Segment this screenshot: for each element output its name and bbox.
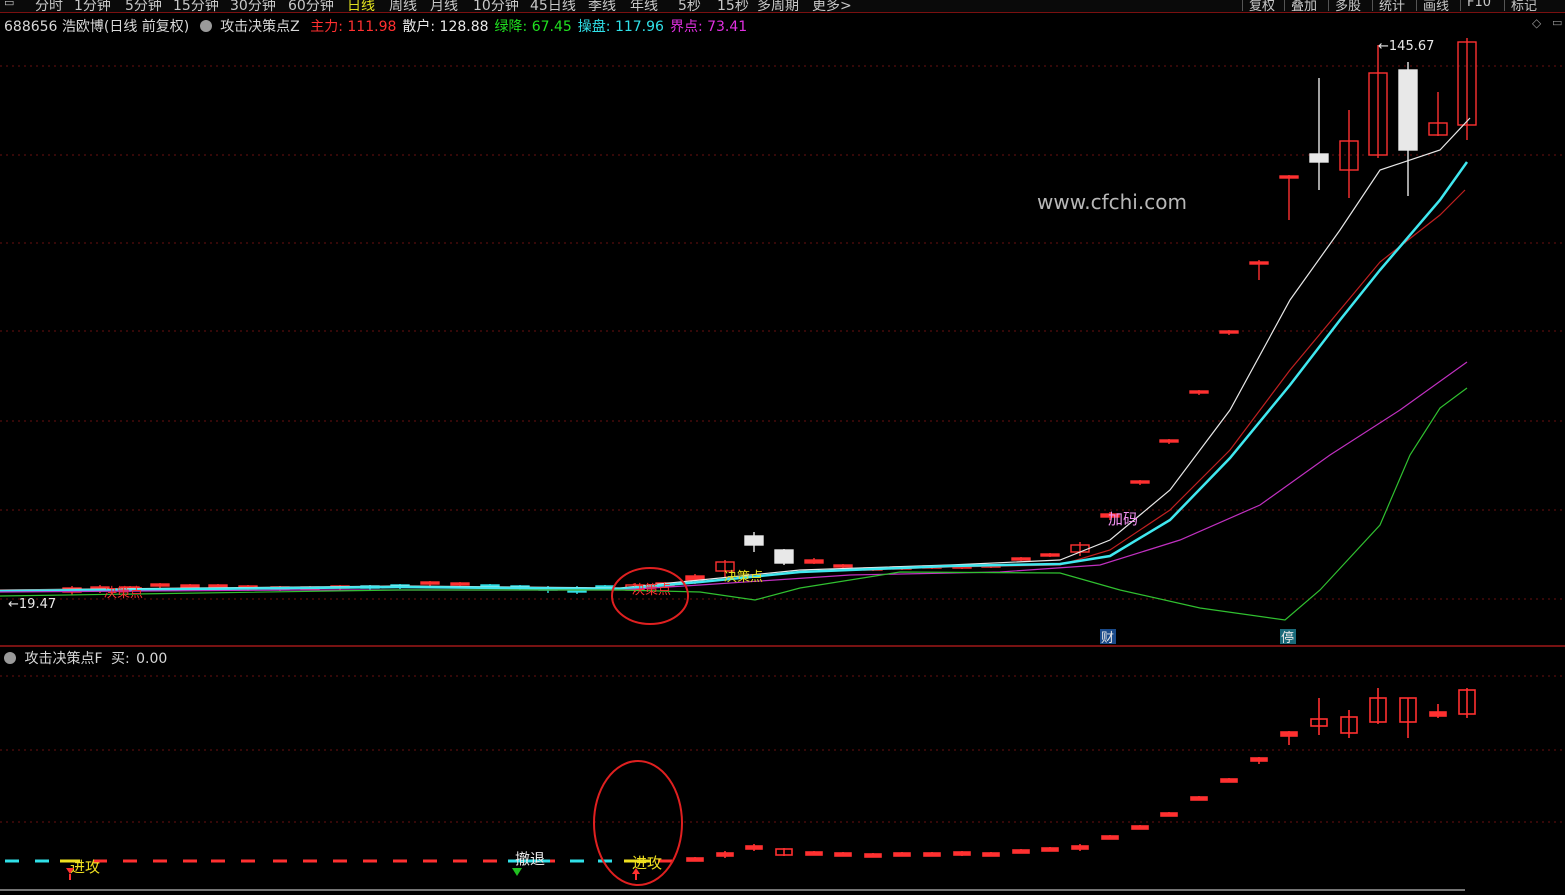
sub-candle-body-25 <box>1429 711 1447 717</box>
white-line <box>0 117 1471 591</box>
sub-candle-body-14 <box>1101 835 1119 840</box>
attack-signal-2: 进攻 <box>624 854 662 880</box>
main-candle-body-39 <box>1219 330 1239 334</box>
main-candle-body-40 <box>1249 261 1269 265</box>
high-price-label: ←145.67 <box>1378 39 1434 54</box>
sub-candle-body-17 <box>1190 796 1208 801</box>
sub-candle-body-6 <box>864 853 882 858</box>
low-price-label: ←19.47 <box>8 597 56 612</box>
sub-candle-body-2 <box>745 845 763 850</box>
main-candle-body-33 <box>1040 553 1060 557</box>
sub-candle-body-4 <box>805 851 823 856</box>
readout-1: 散户: 128.88 <box>402 19 489 35</box>
sub-candle-body-8 <box>923 852 941 857</box>
sub-candle-body-13 <box>1071 845 1089 850</box>
indicator-lines <box>0 117 1471 621</box>
diamond-icon[interactable]: ◇ <box>1532 16 1541 30</box>
main-candle-body-37 <box>1159 439 1179 443</box>
sub-candle-body-0 <box>686 857 704 862</box>
stock-title[interactable]: 688656 浩欧博(日线 前复权) <box>4 19 189 35</box>
main-candle-body-25 <box>804 559 824 564</box>
attack-signal-1: 进攻 <box>60 858 100 880</box>
readout-2: 绿降: 67.45 <box>494 19 572 35</box>
sub-candle-body-9 <box>953 851 971 856</box>
main-candle-body-41 <box>1279 175 1299 179</box>
window-icon[interactable]: ▭ <box>1552 16 1562 29</box>
juece-label-circle: 决策点 <box>632 582 671 598</box>
main-candle-body-12 <box>420 581 440 585</box>
watermark: www.cfchi.com <box>1037 190 1187 214</box>
sub-candle-body-1 <box>716 852 734 857</box>
readout-4: 界点: 73.41 <box>669 19 748 35</box>
main-candle-body-32 <box>1011 557 1031 561</box>
indicator-readouts: 主力: 111.98 散户: 128.88 绿降: 67.45 操盘: 117.96 界… <box>304 19 747 35</box>
main-panel-header: 688656 浩欧博(日线 前复权) 攻击决策点Z 主力: 111.98 散户: … <box>4 16 747 35</box>
svg-text:进攻: 进攻 <box>70 858 100 876</box>
sub-candle-body-20 <box>1280 731 1298 737</box>
main-candle-body-45 <box>1398 69 1418 151</box>
main-candle-body-3 <box>150 583 170 587</box>
sub-candle-body-16 <box>1160 812 1178 817</box>
settings-icon[interactable] <box>199 20 212 32</box>
main-candle-body-42 <box>1309 153 1329 163</box>
sub-candle-body-11 <box>1012 849 1030 854</box>
main-candle-body-36 <box>1130 480 1150 484</box>
sub-candle-body-5 <box>834 852 852 857</box>
sub-candle-body-15 <box>1131 825 1149 830</box>
ting-badge-label: 停 <box>1281 630 1294 646</box>
magenta-line <box>0 361 1468 593</box>
svg-text:撤退: 撤退 <box>515 850 545 868</box>
cyan-line <box>0 161 1469 593</box>
juece-label: 决策点 <box>724 569 763 585</box>
main-candles <box>62 38 1477 595</box>
readout-0: 主力: 111.98 <box>310 19 397 35</box>
red-line <box>0 189 1466 591</box>
sub-candle-body-7 <box>893 852 911 857</box>
cai-badge-label: 财 <box>1101 631 1114 646</box>
retreat-signal: 撤退 <box>508 850 550 876</box>
main-candle-body-23 <box>744 535 764 546</box>
sub-panel-header: 攻击决策点F 买: 0.00 <box>4 648 168 667</box>
sub-candle-body-18 <box>1220 778 1238 783</box>
readout-3: 操盘: 117.96 <box>577 19 664 35</box>
jiama-label: 加码 <box>1108 510 1138 528</box>
sub-indicator-name[interactable]: 攻击决策点F <box>24 651 102 667</box>
buy-label: 买: <box>110 651 130 667</box>
juece-label-early: 决策点 <box>104 585 143 601</box>
buy-value: 0.00 <box>136 651 168 667</box>
indicator-name[interactable]: 攻击决策点Z <box>220 19 300 35</box>
main-candle-body-24 <box>774 549 794 564</box>
sub-candles <box>0 688 1476 891</box>
main-candle-body-13 <box>450 582 470 586</box>
kline-chart[interactable]: www.cfchi.com ←145.67 ←19.47 加码 决策点 决策点 … <box>0 0 1565 895</box>
sub-candle-body-10 <box>982 852 1000 857</box>
sub-candle-body-12 <box>1041 847 1059 852</box>
main-candle-body-38 <box>1189 390 1209 394</box>
settings-icon[interactable] <box>4 652 16 664</box>
sub-candle-body-19 <box>1250 757 1268 762</box>
main-candle-body-26 <box>833 564 853 568</box>
